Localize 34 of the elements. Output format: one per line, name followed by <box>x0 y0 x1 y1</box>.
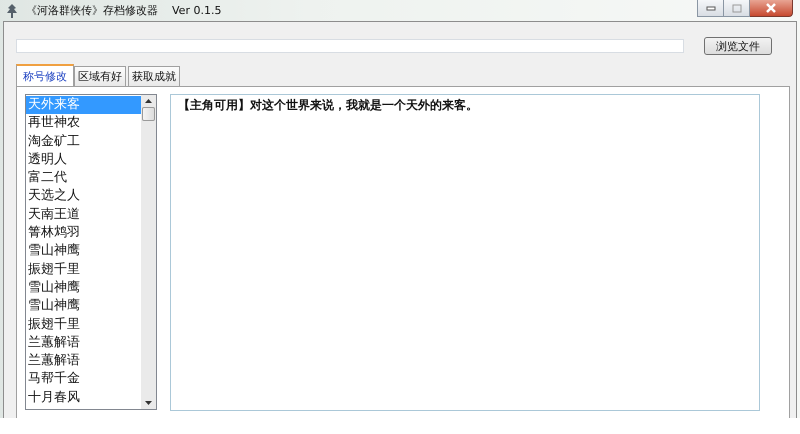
list-item[interactable]: 再世神农 <box>26 114 141 133</box>
tab[interactable]: 称号修改 <box>16 64 74 86</box>
close-icon <box>765 3 777 13</box>
file-path-field[interactable] <box>16 39 684 53</box>
description-text: 【主角可用】对这个世界来说，我就是一个天外的来客。 <box>178 98 478 112</box>
list-item[interactable]: 马帮千金 <box>26 370 141 389</box>
list-item[interactable]: 振翅千里 <box>26 316 141 334</box>
browse-button[interactable]: 浏览文件 <box>704 37 772 55</box>
list-item[interactable]: 箐林鸩羽 <box>26 224 141 242</box>
tab[interactable]: 区域有好 <box>74 66 126 86</box>
scroll-thumb[interactable] <box>142 107 155 121</box>
scrollbar[interactable] <box>141 95 156 409</box>
list-item[interactable]: 雪山神鹰 <box>26 242 141 261</box>
maximize-icon <box>732 4 742 12</box>
list-item[interactable]: 透明人 <box>26 150 141 170</box>
minimize-icon <box>706 5 716 11</box>
list-item[interactable]: 天选之人 <box>26 187 141 206</box>
window-title: 《河洛群侠传》存档修改器 <box>26 3 158 18</box>
tab[interactable]: 获取成就 <box>128 66 180 86</box>
version-label: Ver 0.1.5 <box>172 4 222 17</box>
minimize-button[interactable] <box>697 0 724 17</box>
list-item[interactable]: 雪山神鹰 <box>26 278 141 298</box>
list-item[interactable]: 兰蕙解语 <box>26 334 141 352</box>
list-item[interactable]: 雪山神鹰 <box>26 297 141 316</box>
list-item[interactable]: 富二代 <box>26 169 141 188</box>
scroll-down-icon[interactable] <box>145 401 152 405</box>
list-item[interactable]: 十月春风 <box>26 388 141 408</box>
list-item[interactable]: 天南王道 <box>26 206 141 224</box>
list-item[interactable]: 兰蕙解语 <box>26 352 141 370</box>
app-icon <box>6 4 18 18</box>
close-button[interactable] <box>750 0 793 17</box>
scroll-up-icon[interactable] <box>145 99 152 103</box>
list-item[interactable]: 淘金矿工 <box>26 132 141 151</box>
list-item[interactable]: 振翅千里 <box>26 260 141 279</box>
